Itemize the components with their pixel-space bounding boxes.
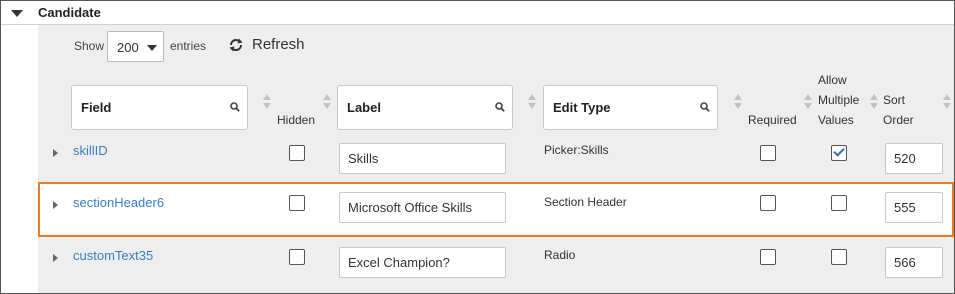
sort-order-input[interactable]: 555	[885, 192, 943, 223]
caret-down-icon[interactable]	[11, 10, 23, 17]
edit-type-value: Picker:Skills	[544, 143, 609, 157]
sort-arrows-icon[interactable]	[804, 94, 812, 110]
entries-per-page-value: 200	[117, 40, 139, 55]
column-header-field[interactable]: Field	[71, 85, 248, 130]
show-label: Show	[74, 39, 105, 53]
field-name-link[interactable]: skillID	[73, 143, 108, 158]
sort-order-input[interactable]: 520	[885, 143, 943, 174]
label-input[interactable]: Skills	[339, 143, 506, 174]
column-header-hidden[interactable]: Hidden	[277, 110, 315, 130]
hidden-checkbox[interactable]	[289, 195, 305, 211]
allow-multiple-checkbox[interactable]	[831, 249, 847, 265]
label-input[interactable]: Excel Champion?	[339, 247, 506, 278]
edit-type-value: Section Header	[544, 195, 627, 209]
caret-right-icon[interactable]	[53, 149, 58, 157]
column-header-required[interactable]: Required	[748, 110, 797, 130]
sort-arrows-icon[interactable]	[528, 94, 536, 110]
required-checkbox[interactable]	[760, 145, 776, 161]
hidden-checkbox[interactable]	[289, 249, 305, 265]
table-row: skillID Skills Picker:Skills 520	[38, 132, 954, 182]
caret-right-icon[interactable]	[53, 201, 58, 209]
entries-label: entries	[170, 39, 207, 53]
search-icon[interactable]	[495, 102, 505, 112]
chevron-down-icon	[147, 45, 157, 51]
refresh-icon	[229, 38, 243, 52]
sort-arrows-icon[interactable]	[263, 94, 271, 110]
sort-order-input[interactable]: 566	[885, 247, 943, 278]
entries-per-page-select[interactable]: 200	[107, 31, 164, 62]
sort-arrows-icon[interactable]	[734, 94, 742, 110]
caret-right-icon[interactable]	[53, 254, 58, 262]
table-row: sectionHeader6 Microsoft Office Skills S…	[38, 184, 954, 234]
column-header-allow-multiple-line1[interactable]: Allow	[818, 70, 847, 90]
required-checkbox[interactable]	[760, 249, 776, 265]
allow-multiple-checkbox[interactable]	[831, 195, 847, 211]
column-header-sort-order-line2[interactable]: Order	[883, 110, 914, 130]
column-header-label[interactable]: Label	[337, 85, 513, 130]
section-header[interactable]: Candidate	[1, 1, 954, 25]
search-icon[interactable]	[700, 102, 710, 112]
column-header-label-label: Label	[347, 100, 381, 115]
fields-table-container: Show 200 entries Refresh Field Hidden La…	[38, 25, 954, 293]
table-toolbar: Show 200 entries Refresh	[38, 25, 954, 70]
search-icon[interactable]	[230, 102, 240, 112]
allow-multiple-checkbox[interactable]	[831, 145, 847, 161]
refresh-label: Refresh	[252, 36, 305, 53]
edit-type-value: Radio	[544, 248, 576, 262]
sort-arrows-icon[interactable]	[323, 94, 331, 110]
sort-arrows-icon[interactable]	[870, 94, 878, 110]
label-input[interactable]: Microsoft Office Skills	[339, 192, 506, 223]
field-name-link[interactable]: customText35	[73, 248, 153, 263]
column-header-edit-type[interactable]: Edit Type	[543, 85, 718, 130]
column-header-allow-multiple-line3[interactable]: Values	[818, 110, 854, 130]
section-title: Candidate	[38, 5, 101, 20]
column-header-field-label: Field	[81, 100, 112, 115]
column-header-sort-order-line1[interactable]: Sort	[883, 90, 905, 110]
required-checkbox[interactable]	[760, 195, 776, 211]
candidate-panel: Candidate Show 200 entries Refresh Field…	[0, 0, 955, 294]
table-row: customText35 Excel Champion? Radio 566	[38, 237, 954, 287]
field-name-link[interactable]: sectionHeader6	[73, 195, 164, 210]
column-header-allow-multiple-line2[interactable]: Multiple	[818, 90, 859, 110]
sort-arrows-icon[interactable]	[943, 94, 951, 110]
column-header-edit-type-label: Edit Type	[553, 100, 611, 115]
table-header: Field Hidden Label Edit Type Required Al…	[38, 70, 954, 132]
hidden-checkbox[interactable]	[289, 145, 305, 161]
